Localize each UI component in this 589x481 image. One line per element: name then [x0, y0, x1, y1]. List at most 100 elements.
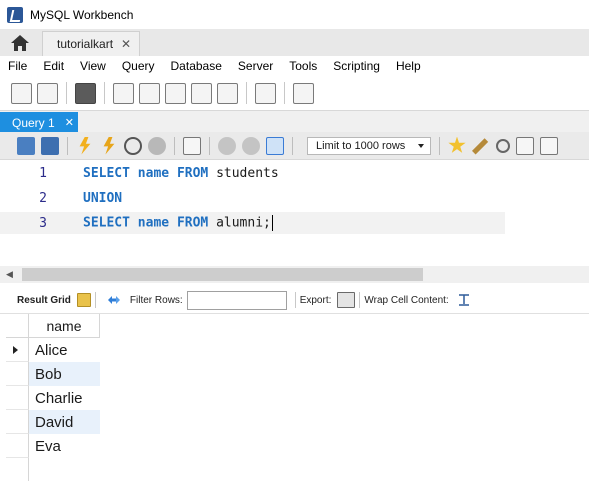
find-icon[interactable] [496, 138, 510, 153]
toolbar-divider [246, 82, 247, 104]
menu-scripting[interactable]: Scripting [328, 59, 385, 73]
execute-icon[interactable] [79, 136, 91, 155]
current-row-pointer-icon [13, 346, 18, 354]
sql-identifier: alumni; [208, 215, 271, 231]
new-sql-tab-icon[interactable] [11, 82, 32, 104]
line-code: SELECT name FROM alumni; [83, 215, 273, 231]
create-procedure-icon[interactable] [191, 82, 212, 104]
sql-identifier: students [208, 165, 279, 181]
close-icon[interactable]: ✕ [121, 37, 131, 51]
connection-tab[interactable]: tutorialkart ✕ [42, 31, 141, 56]
autocommit-icon[interactable] [266, 136, 284, 155]
editor-toolbar: Limit to 1000 rows [0, 132, 589, 160]
table-cell[interactable]: Charlie [29, 386, 100, 410]
line-number: 3 [39, 215, 47, 231]
menu-file[interactable]: File [3, 59, 32, 73]
menu-view[interactable]: View [75, 59, 111, 73]
main-toolbar [0, 76, 589, 110]
create-function-icon[interactable] [217, 82, 238, 104]
grid-header-row: name [6, 314, 100, 338]
commit-icon[interactable] [218, 136, 236, 155]
toolbar-divider [67, 136, 68, 155]
create-table-icon[interactable] [139, 82, 160, 104]
menu-help[interactable]: Help [391, 59, 426, 73]
toolbar-divider [174, 136, 175, 155]
save-icon[interactable] [41, 136, 59, 155]
table-row[interactable]: Charlie [6, 386, 100, 410]
table-row[interactable]: Bob [6, 362, 100, 386]
toolbar-divider [284, 82, 285, 104]
scrollbar-thumb[interactable] [22, 268, 423, 281]
menu-server[interactable]: Server [233, 59, 278, 73]
mysql-workbench-logo-icon [7, 6, 23, 23]
export-label: Export: [299, 294, 332, 306]
chevron-down-icon [418, 143, 424, 148]
query-tab[interactable]: Query 1 ✕ [0, 112, 78, 133]
window-title: MySQL Workbench [30, 7, 134, 22]
table-row[interactable]: David [6, 410, 100, 434]
column-header-name[interactable]: name [29, 314, 100, 338]
grid-corner [6, 314, 29, 338]
table-cell[interactable]: Eva [29, 434, 100, 458]
row-header[interactable] [6, 362, 29, 386]
toolbar-divider [66, 82, 67, 104]
inspector-icon[interactable] [75, 82, 96, 104]
connection-tab-bar: tutorialkart ✕ [0, 29, 589, 56]
result-grid-tab[interactable]: Result Grid [17, 295, 71, 306]
search-table-data-icon[interactable] [255, 82, 276, 104]
line-number: 1 [39, 165, 47, 181]
export-icon[interactable] [337, 292, 356, 308]
add-snippet-icon[interactable] [448, 136, 466, 153]
editor-line: 1 SELECT name FROM students [0, 162, 589, 184]
menu-query[interactable]: Query [117, 59, 160, 73]
home-icon [11, 34, 29, 51]
home-button[interactable] [0, 29, 40, 56]
editor-horizontal-scrollbar[interactable]: ◀ [0, 266, 589, 283]
query-tab-label: Query 1 [12, 115, 55, 130]
close-icon[interactable]: ✕ [65, 116, 74, 129]
editor-line-active: 3 SELECT name FROM alumni; [0, 212, 505, 234]
sql-keyword: UNION [83, 190, 123, 206]
sql-space [130, 216, 138, 231]
create-schema-icon[interactable] [113, 82, 134, 104]
explain-icon[interactable] [124, 136, 142, 155]
invisible-chars-icon[interactable] [516, 136, 534, 155]
reconnect-icon[interactable] [293, 82, 314, 104]
limit-rows-select[interactable]: Limit to 1000 rows [307, 136, 431, 155]
menu-edit[interactable]: Edit [38, 59, 69, 73]
row-header[interactable] [6, 338, 29, 362]
menu-database[interactable]: Database [166, 59, 227, 73]
filter-rows-label: Filter Rows: [129, 294, 183, 306]
table-cell[interactable]: David [29, 410, 100, 434]
table-row[interactable]: Eva [6, 434, 100, 458]
scroll-left-arrow-icon[interactable]: ◀ [6, 269, 13, 280]
toolbar-divider [292, 136, 293, 155]
row-header[interactable] [6, 434, 29, 458]
wrap-text-icon[interactable] [457, 293, 471, 307]
title-bar: MySQL Workbench [0, 0, 589, 29]
grid-layout-icon[interactable] [76, 293, 91, 307]
filter-rows-input[interactable] [186, 290, 287, 310]
limit-rows-value: Limit to 1000 rows [316, 139, 406, 152]
table-cell[interactable]: Alice [29, 338, 100, 362]
toggle-error-icon[interactable] [183, 136, 201, 155]
menu-tools[interactable]: Tools [284, 59, 322, 73]
create-view-icon[interactable] [165, 82, 186, 104]
row-header[interactable] [6, 386, 29, 410]
open-file-icon[interactable] [17, 136, 35, 155]
stop-icon[interactable] [148, 136, 166, 155]
word-wrap-icon[interactable] [540, 136, 558, 155]
sql-keyword: FROM [176, 165, 209, 181]
result-toolbar: Result Grid Filter Rows: Export: Wrap Ce… [0, 287, 589, 314]
table-cell[interactable]: Bob [29, 362, 100, 386]
row-header [6, 458, 29, 481]
sql-keyword: FROM [176, 215, 209, 231]
refresh-icon[interactable] [106, 293, 122, 307]
row-header[interactable] [6, 410, 29, 434]
open-sql-script-icon[interactable] [37, 82, 58, 104]
sql-editor[interactable]: 1 SELECT name FROM students 2 UNION 3 SE… [0, 160, 589, 266]
beautify-icon[interactable] [472, 138, 489, 155]
rollback-icon[interactable] [242, 136, 260, 155]
execute-current-icon[interactable] [103, 136, 115, 155]
table-row[interactable]: Alice [6, 338, 100, 362]
